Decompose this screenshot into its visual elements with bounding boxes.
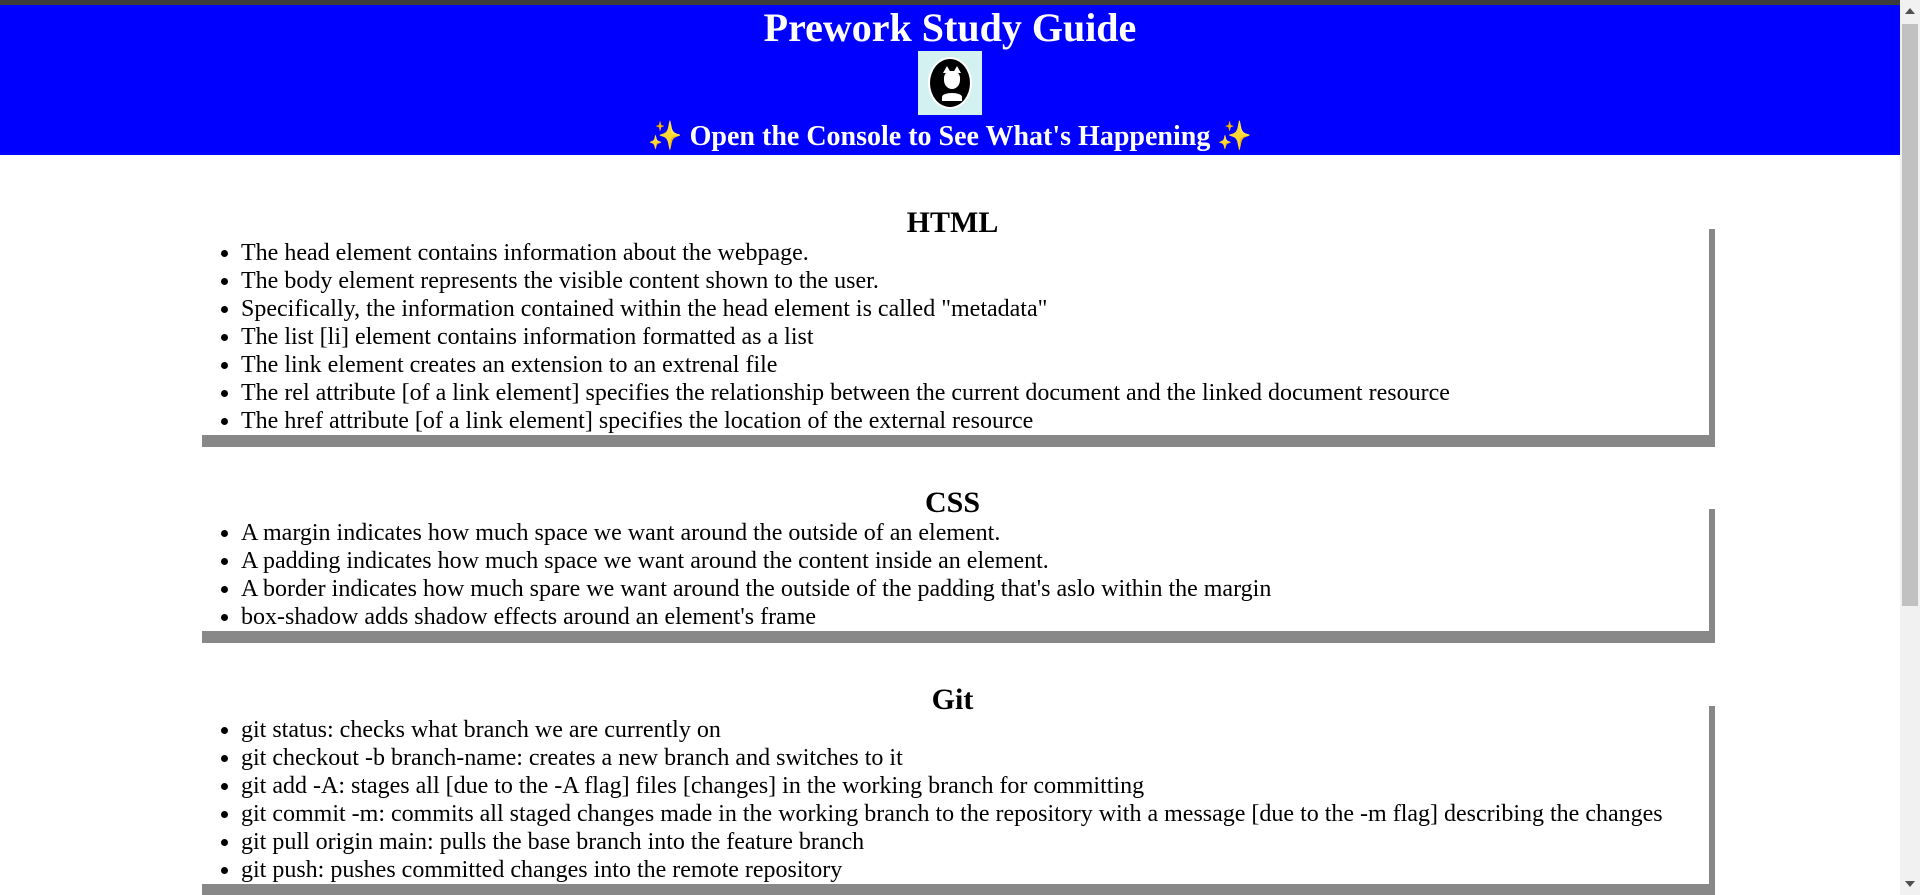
list-item: The href attribute [of a link element] s… <box>241 407 1709 435</box>
console-subtitle: ✨ Open the Console to See What's Happeni… <box>0 121 1900 153</box>
list-item: box-shadow adds shadow effects around an… <box>241 603 1709 631</box>
section-git: Git git status: checks what branch we ar… <box>196 683 1709 884</box>
scroll-down-arrow-icon[interactable] <box>1905 881 1915 887</box>
list-item: A padding indicates how much space we wa… <box>241 547 1709 575</box>
skeleton-cat-avatar-icon <box>918 51 982 115</box>
page-title: Prework Study Guide <box>763 5 1137 50</box>
scrollbar-thumb[interactable] <box>1902 24 1918 606</box>
list-item: git status: checks what branch we are cu… <box>241 716 1709 744</box>
section-html: HTML The head element contains informati… <box>196 206 1709 435</box>
list-item: git add -A: stages all [due to the -A fl… <box>241 772 1709 800</box>
subtitle-text: Open the Console to See What's Happening <box>689 121 1211 152</box>
list-item: The body element represents the visible … <box>241 267 1709 295</box>
scroll-up-arrow-icon[interactable] <box>1905 8 1915 14</box>
section-list: The head element contains information ab… <box>196 239 1709 435</box>
section-css: CSS A margin indicates how much space we… <box>196 486 1709 631</box>
list-item: Specifically, the information contained … <box>241 295 1709 323</box>
list-item: The link element creates an extension to… <box>241 351 1709 379</box>
list-item: git pull origin main: pulls the base bra… <box>241 828 1709 856</box>
list-item: A margin indicates how much space we wan… <box>241 519 1709 547</box>
section-list: git status: checks what branch we are cu… <box>196 716 1709 884</box>
list-item: A border indicates how much spare we wan… <box>241 575 1709 603</box>
section-title: CSS <box>924 486 981 519</box>
section-title: Git <box>931 683 974 716</box>
list-item: git push: pushes committed changes into … <box>241 856 1709 884</box>
section-list: A margin indicates how much space we wan… <box>196 519 1709 631</box>
sparkles-icon: ✨ <box>647 121 683 152</box>
list-item: The head element contains information ab… <box>241 239 1709 267</box>
list-item: The rel attribute [of a link element] sp… <box>241 379 1709 407</box>
list-item: git checkout -b branch-name: creates a n… <box>241 744 1709 772</box>
vertical-scrollbar[interactable] <box>1900 0 1920 895</box>
list-item: git commit -m: commits all staged change… <box>241 800 1709 828</box>
page-header: Prework Study Guide ✨ Open the Console t… <box>0 5 1900 155</box>
list-item: The list [li] element contains informati… <box>241 323 1709 351</box>
sparkles-icon: ✨ <box>1217 121 1253 152</box>
section-title: HTML <box>906 206 999 239</box>
